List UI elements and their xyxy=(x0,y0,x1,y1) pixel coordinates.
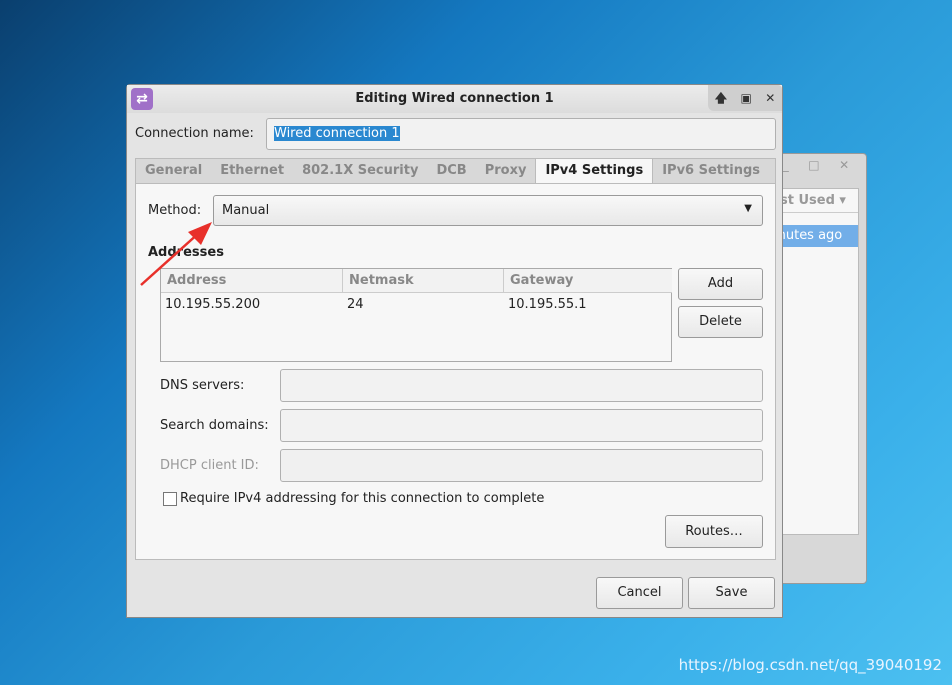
red-annotation-arrow xyxy=(140,222,212,286)
watermark-text: https://blog.csdn.net/qq_39040192 xyxy=(678,656,942,674)
